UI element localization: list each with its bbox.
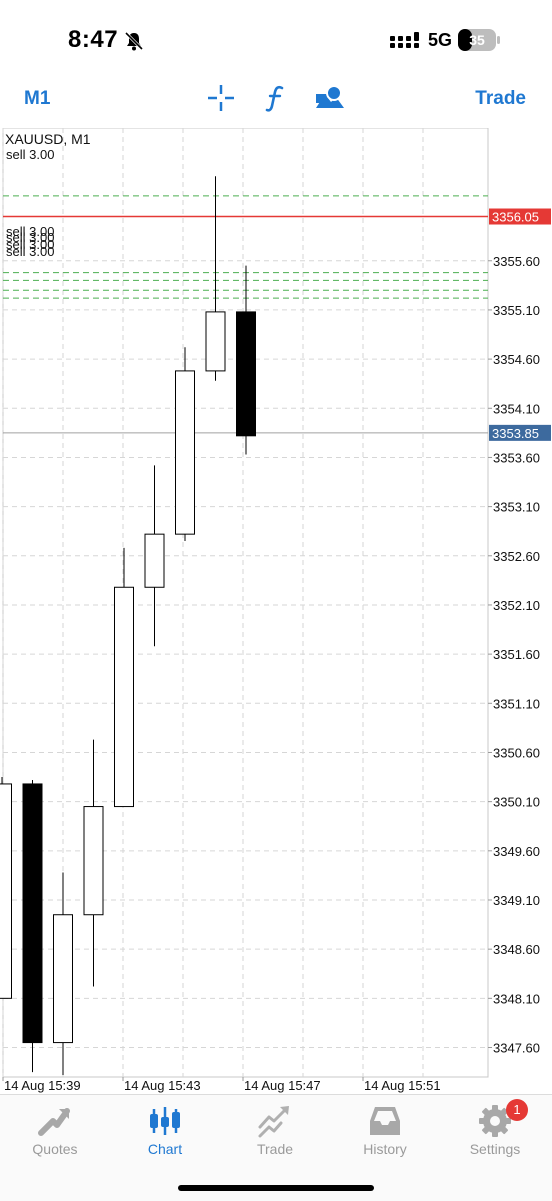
tab-chart[interactable]: Chart (110, 1095, 220, 1165)
y-tick-label: 3351.10 (493, 696, 540, 711)
y-tick-label: 3355.10 (493, 303, 540, 318)
y-tick-label: 3351.60 (493, 647, 540, 662)
x-tick-label: 14 Aug 15:39 (4, 1078, 81, 1093)
symbol-label: XAUUSD, M1 (5, 131, 91, 147)
tab-history[interactable]: History (330, 1095, 440, 1165)
x-tick-label: 14 Aug 15:43 (124, 1078, 201, 1093)
x-tick-label: 14 Aug 15:51 (364, 1078, 441, 1093)
ask-price-label: 3356.05 (492, 210, 539, 225)
network-label: 5G (428, 30, 453, 50)
y-tick-label: 3355.60 (493, 254, 540, 269)
status-time: 8:47 (68, 26, 119, 53)
candle-body-bearish (22, 783, 43, 1044)
home-indicator (178, 1185, 374, 1191)
price-chart[interactable]: 3355.60 3355.10 3354.60 3354.10 3353.60 3353.… (0, 128, 552, 1094)
candle-body-bearish (236, 311, 256, 437)
y-tick-label: 3350.10 (493, 795, 540, 810)
trade-icon (258, 1106, 289, 1138)
history-icon (370, 1107, 400, 1135)
notification-badge: 1 (506, 1099, 528, 1121)
y-tick-label: 3348.60 (493, 942, 540, 957)
x-tick-label: 14 Aug 15:47 (244, 1078, 321, 1093)
y-tick-label: 3349.10 (493, 893, 540, 908)
sell-order-label: sell 3.00 (6, 244, 54, 259)
tab-quotes-label: Quotes (32, 1141, 78, 1157)
tab-trade-label: Trade (256, 1141, 294, 1157)
y-tick-label: 3352.60 (493, 549, 540, 564)
candle-body-bullish (175, 370, 195, 535)
tab-settings[interactable]: 1 Settings (440, 1095, 550, 1165)
y-tick-label: 3348.10 (493, 991, 540, 1006)
timeframe-button[interactable]: M1 (24, 88, 50, 110)
y-tick-label: 3350.60 (493, 745, 540, 760)
candle-body-bullish (205, 311, 226, 372)
candle-body-bullish (0, 783, 12, 999)
y-tick-label: 3354.60 (493, 352, 540, 367)
status-bar: 8:47 5G 35 (0, 0, 552, 80)
y-tick-label: 3353.60 (493, 450, 540, 465)
tab-quotes[interactable]: Quotes (0, 1095, 110, 1165)
candle-body-bullish (144, 533, 165, 588)
bell-slash-icon (124, 31, 144, 51)
y-tick-label: 3354.10 (493, 401, 540, 416)
candle-body-bullish (114, 586, 134, 808)
candle-body-bullish (53, 914, 73, 1044)
y-tick-label: 3349.60 (493, 844, 540, 859)
y-tick-label: 3352.10 (493, 598, 540, 613)
y-tick-label: 3353.10 (493, 500, 540, 515)
battery-icon: 35 (458, 29, 500, 51)
trade-button[interactable]: Trade (475, 88, 526, 110)
quotes-icon (38, 1108, 70, 1136)
indicator-f-icon[interactable] (264, 84, 288, 112)
bid-price-label: 3353.85 (492, 426, 539, 441)
sell-order-label: sell 3.00 (6, 147, 54, 162)
chart-canvas[interactable]: 3355.60 3355.10 3354.60 3354.10 3353.60 3353.… (0, 128, 552, 1094)
crosshair-icon[interactable] (207, 84, 235, 112)
battery-level: 35 (469, 32, 485, 48)
signal-icon (390, 32, 419, 48)
tab-trade[interactable]: Trade (220, 1095, 330, 1165)
candle-body-bullish (83, 806, 104, 916)
chart-toolbar: M1 Trade (0, 80, 552, 120)
tab-settings-label: Settings (469, 1141, 521, 1157)
tab-history-label: History (363, 1141, 407, 1157)
y-tick-label: 3347.60 (493, 1040, 540, 1055)
tab-chart-label: Chart (147, 1141, 183, 1157)
objects-icon[interactable] (315, 84, 345, 112)
chart-icon (150, 1107, 180, 1135)
